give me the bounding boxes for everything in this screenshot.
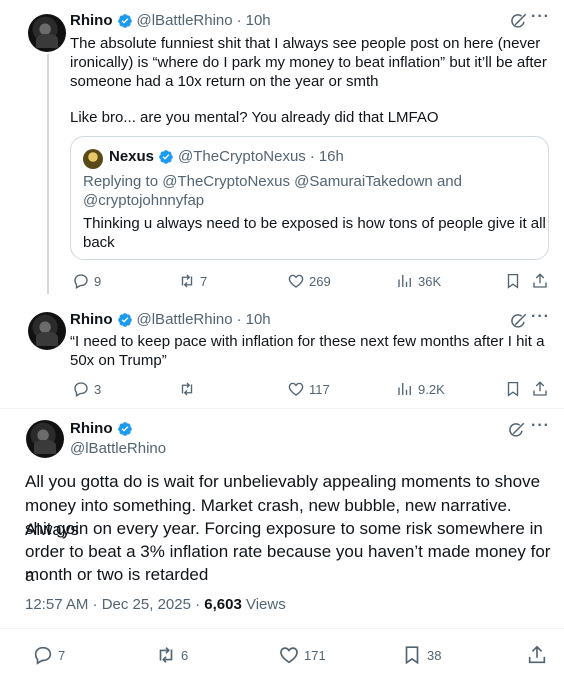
avatar[interactable]	[26, 420, 64, 458]
author-name[interactable]: Rhino	[70, 12, 113, 29]
quote-header: Nexus @TheCryptoNexus · 16h	[109, 148, 344, 165]
repost-button[interactable]: 7	[178, 272, 207, 290]
share-button[interactable]	[526, 644, 552, 666]
reply-icon	[32, 644, 54, 666]
tweet-line: someone had a 10x return on the year or …	[70, 73, 379, 90]
quote-author-handle[interactable]: @TheCryptoNexus	[178, 148, 306, 165]
like-button[interactable]: 171	[278, 644, 326, 666]
tweet-meta: 12:57 AM · Dec 25, 2025 · 6,603 Views	[25, 596, 286, 613]
tweet-line: shit goin on every year. Forcing exposur…	[25, 519, 543, 538]
like-icon	[278, 644, 300, 666]
tweet-line: ironically) is “where do I park my money…	[70, 54, 547, 71]
share-icon	[531, 272, 549, 290]
quote-time[interactable]: 16h	[319, 148, 344, 165]
quote-text: back	[83, 234, 115, 251]
tweet-time[interactable]: 10h	[246, 12, 271, 29]
bookmark-icon	[504, 380, 522, 398]
bookmark-icon	[504, 272, 522, 290]
thread-line	[47, 54, 49, 294]
share-button[interactable]	[531, 380, 553, 398]
separator-dot: ·	[309, 148, 315, 165]
more-options-button[interactable]: ···	[531, 417, 550, 435]
verified-badge-icon	[117, 312, 133, 328]
quote-replying-to[interactable]: @cryptojohnnyfap	[83, 191, 204, 211]
verified-badge-icon	[117, 421, 133, 437]
tweet-header: Rhino @lBattleRhino · 10h	[70, 311, 271, 328]
repost-icon	[155, 644, 177, 666]
quote-replying-to[interactable]: Replying to @TheCryptoNexus @SamuraiTake…	[83, 172, 462, 192]
quote-text: Thinking u always need to be exposed is …	[83, 215, 546, 232]
views-button[interactable]: 9.2K	[396, 380, 445, 398]
more-options-button[interactable]: ···	[531, 8, 550, 26]
reply-button[interactable]: 7	[32, 644, 65, 666]
views-count: 36K	[418, 273, 442, 289]
repost-count: 7	[200, 273, 208, 289]
share-icon	[531, 380, 549, 398]
author-handle[interactable]: @lBattleRhino	[70, 439, 166, 459]
repost-button[interactable]	[178, 380, 200, 398]
tweet-line: “I need to keep pace with inflation for …	[70, 333, 545, 350]
reply-count: 7	[58, 647, 66, 663]
like-button[interactable]: 269	[287, 272, 331, 290]
bookmark-button[interactable]	[504, 272, 526, 290]
share-button[interactable]	[531, 272, 553, 290]
like-button[interactable]: 117	[287, 380, 330, 398]
more-options-button[interactable]: ···	[531, 308, 550, 326]
verified-badge-icon	[158, 149, 174, 165]
tweet-line: Like bro... are you mental? You already …	[70, 109, 439, 126]
author-handle[interactable]: @lBattleRhino	[137, 311, 233, 328]
like-icon	[287, 272, 305, 290]
like-count: 269	[309, 273, 331, 289]
separator-dot: ·	[236, 12, 242, 29]
bookmark-button[interactable]	[504, 380, 526, 398]
repost-icon	[178, 380, 196, 398]
verified-badge-icon	[117, 13, 133, 29]
avatar[interactable]	[28, 14, 66, 52]
bookmark-count: 38	[427, 647, 442, 663]
bookmark-button[interactable]: 38	[401, 644, 441, 666]
author-name[interactable]: Rhino	[70, 311, 113, 328]
grok-icon[interactable]	[510, 12, 528, 30]
views-icon	[396, 380, 414, 398]
reply-count: 9	[94, 273, 102, 289]
repost-count: 6	[181, 647, 189, 663]
tweet-line: The absolute funniest shit that I always…	[70, 35, 541, 52]
like-count: 171	[304, 647, 326, 663]
separator-dot: ·	[236, 311, 242, 328]
repost-icon	[178, 272, 196, 290]
divider	[0, 408, 564, 409]
tweet-header: Rhino @lBattleRhino · 10h	[70, 12, 271, 29]
like-count: 117	[309, 381, 330, 397]
views-icon	[396, 272, 414, 290]
grok-icon[interactable]	[510, 312, 528, 330]
tweet-line: month or two is retarded	[25, 565, 209, 584]
author-handle[interactable]: @lBattleRhino	[137, 12, 233, 29]
tweet-line: 50x on Trump”	[70, 352, 167, 369]
reply-count: 3	[94, 381, 102, 397]
author-name[interactable]: Rhino	[70, 420, 113, 437]
grok-icon[interactable]	[508, 421, 526, 439]
tweet-time[interactable]: 10h	[246, 311, 271, 328]
views-total: 6,603	[204, 596, 242, 613]
views-button[interactable]: 36K	[396, 272, 441, 290]
quoted-tweet[interactable]: Nexus @TheCryptoNexus · 16h Replying to …	[70, 136, 549, 260]
reply-button[interactable]: 3	[72, 380, 101, 398]
divider	[0, 628, 564, 629]
like-icon	[287, 380, 305, 398]
avatar[interactable]	[28, 312, 66, 350]
timestamp[interactable]: 12:57 AM · Dec 25, 2025 ·	[25, 596, 204, 613]
share-icon	[526, 644, 548, 666]
quote-avatar[interactable]	[83, 149, 103, 169]
reply-icon	[72, 380, 90, 398]
reply-button[interactable]: 9	[72, 272, 101, 290]
tweet-header: Rhino	[70, 420, 137, 437]
reply-icon	[72, 272, 90, 290]
tweet-line: All you gotta do is wait for unbelievabl…	[25, 472, 541, 491]
views-label: Views	[241, 596, 286, 613]
views-count: 9.2K	[418, 381, 445, 397]
bookmark-icon	[401, 644, 423, 666]
repost-button[interactable]: 6	[155, 644, 188, 666]
quote-author-name[interactable]: Nexus	[109, 148, 154, 165]
